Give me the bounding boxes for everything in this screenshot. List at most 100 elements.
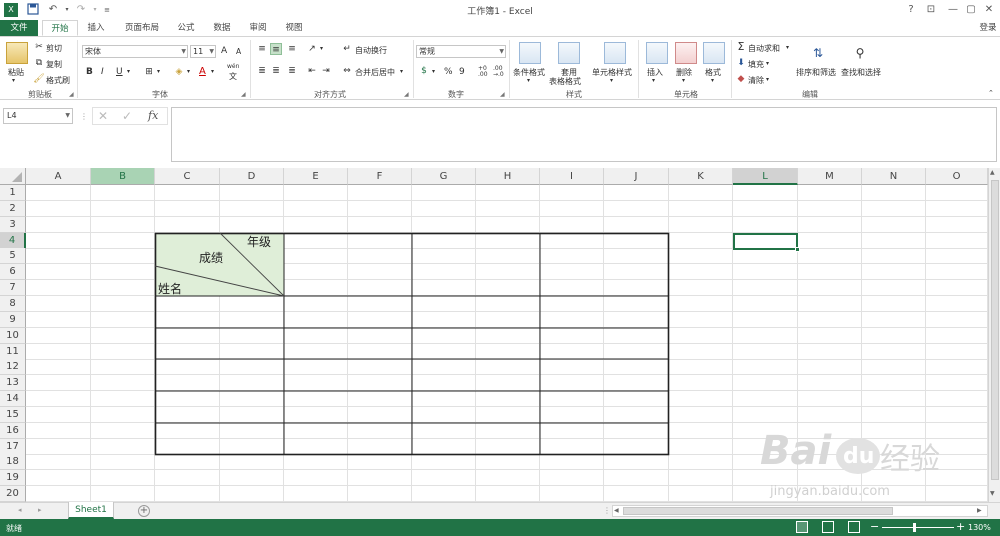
conditional-dropdown-icon[interactable]: ▾: [527, 77, 530, 84]
clipboard-launcher-icon[interactable]: ◢: [69, 91, 74, 98]
comma-button[interactable]: 9: [459, 67, 465, 77]
next-sheet-icon[interactable]: ▸: [38, 506, 42, 514]
clear-button[interactable]: 清除: [748, 75, 764, 86]
page-layout-view-icon[interactable]: [822, 521, 834, 533]
cut-button[interactable]: 剪切: [46, 43, 62, 54]
tab-review[interactable]: 审阅: [242, 20, 274, 36]
phonetic-button[interactable]: 文: [229, 71, 237, 82]
bold-button[interactable]: B: [86, 67, 93, 77]
tab-view[interactable]: 视图: [278, 20, 310, 36]
font-color-dropdown-icon[interactable]: ▾: [211, 68, 214, 75]
accounting-dropdown-icon[interactable]: ▾: [432, 68, 435, 75]
align-center-icon[interactable]: ≣: [270, 65, 282, 77]
increase-decimal-button[interactable]: +0.00: [478, 66, 488, 78]
scroll-down-icon[interactable]: ▼: [990, 490, 995, 497]
close-icon[interactable]: ✕: [980, 2, 998, 18]
help-button[interactable]: ?: [902, 2, 920, 18]
align-left-icon[interactable]: ≣: [256, 65, 268, 77]
paste-icon[interactable]: [6, 42, 28, 64]
fill-dropdown-icon[interactable]: ▾: [766, 60, 769, 67]
merge-dropdown-icon[interactable]: ▾: [400, 68, 403, 75]
number-format-select[interactable]: 常规 ▼: [416, 45, 506, 58]
active-cell[interactable]: [733, 233, 798, 250]
cell-styles-dropdown-icon[interactable]: ▾: [610, 77, 613, 84]
underline-dropdown-icon[interactable]: ▾: [127, 68, 130, 75]
borders-dropdown-icon[interactable]: ▾: [157, 68, 160, 75]
increase-indent-icon[interactable]: ⇥: [320, 65, 332, 77]
format-painter-button[interactable]: 格式刷: [46, 75, 70, 86]
align-bottom-icon[interactable]: ≡: [286, 43, 298, 55]
maximize-icon[interactable]: ▢: [962, 2, 980, 18]
clear-dropdown-icon[interactable]: ▾: [766, 76, 769, 83]
tab-page-layout[interactable]: 页面布局: [116, 20, 168, 36]
format-dropdown-icon[interactable]: ▾: [711, 77, 714, 84]
underline-button[interactable]: U: [116, 67, 123, 77]
wrap-text-button[interactable]: 自动换行: [355, 45, 387, 56]
align-middle-icon[interactable]: ≡: [270, 43, 282, 55]
scroll-left-icon[interactable]: ◀: [614, 507, 619, 514]
add-sheet-icon[interactable]: +: [138, 505, 150, 517]
sort-filter-button[interactable]: 排序和筛选: [796, 67, 836, 78]
scroll-thumb[interactable]: [991, 180, 999, 480]
horizontal-scrollbar[interactable]: ◀ ▶: [612, 505, 988, 517]
borders-icon[interactable]: ⊞: [143, 66, 155, 78]
percent-button[interactable]: %: [444, 67, 453, 77]
sheet-tab-sheet1[interactable]: Sheet1: [68, 502, 114, 519]
insert-dropdown-icon[interactable]: ▾: [652, 77, 655, 84]
align-right-icon[interactable]: ≣: [286, 65, 298, 77]
scroll-right-icon[interactable]: ▶: [977, 507, 982, 514]
zoom-out-button[interactable]: −: [870, 520, 879, 533]
paste-dropdown-icon[interactable]: ▾: [12, 77, 15, 84]
font-name-select[interactable]: 宋体 ▼: [82, 45, 188, 58]
enter-icon[interactable]: ✓: [122, 109, 132, 123]
zoom-level[interactable]: 130%: [968, 523, 991, 532]
grow-font-button[interactable]: A: [221, 46, 227, 56]
tab-home[interactable]: 开始: [42, 20, 78, 36]
fill-color-icon[interactable]: ◈: [173, 66, 185, 78]
insert-function-button[interactable]: fx: [148, 109, 158, 122]
tab-data[interactable]: 数据: [206, 20, 238, 36]
shrink-font-button[interactable]: A: [236, 47, 241, 56]
find-select-button[interactable]: 查找和选择: [841, 67, 881, 78]
normal-view-icon[interactable]: [796, 521, 808, 533]
decrease-indent-icon[interactable]: ⇤: [306, 65, 318, 77]
alignment-launcher-icon[interactable]: ◢: [404, 91, 409, 98]
phonetic-pinyin[interactable]: wén: [227, 63, 239, 70]
cancel-icon[interactable]: ✕: [98, 109, 108, 123]
number-launcher-icon[interactable]: ◢: [500, 91, 505, 98]
page-break-view-icon[interactable]: [848, 521, 860, 533]
decrease-decimal-button[interactable]: .00 →.0: [493, 66, 504, 78]
collapse-ribbon-icon[interactable]: ⌃: [988, 89, 994, 97]
hscroll-thumb[interactable]: [623, 507, 893, 515]
zoom-slider-thumb[interactable]: [913, 523, 916, 532]
font-size-select[interactable]: 11 ▼: [190, 45, 216, 58]
orientation-dropdown-icon[interactable]: ▾: [320, 45, 323, 52]
fill-handle[interactable]: [795, 247, 800, 252]
split-handle-icon[interactable]: ⋮: [603, 506, 611, 515]
tab-formulas[interactable]: 公式: [170, 20, 202, 36]
merge-center-button[interactable]: 合并后居中: [355, 67, 395, 78]
name-box[interactable]: L4 ▼: [3, 108, 73, 124]
scroll-up-icon[interactable]: ▲: [990, 169, 995, 176]
formula-input[interactable]: [171, 107, 997, 162]
vertical-scrollbar[interactable]: ▲ ▼: [988, 168, 1000, 502]
ribbon-display-options-icon[interactable]: ⊡: [922, 2, 940, 18]
zoom-in-button[interactable]: +: [956, 520, 965, 533]
format-as-table-button[interactable]: 表格格式: [549, 76, 581, 87]
autosum-dropdown-icon[interactable]: ▾: [786, 44, 789, 51]
paste-button[interactable]: 粘贴: [8, 67, 24, 78]
accounting-format-icon[interactable]: $: [418, 65, 430, 77]
tab-insert[interactable]: 插入: [80, 20, 112, 36]
tab-file[interactable]: 文件: [0, 20, 38, 36]
prev-sheet-icon[interactable]: ◂: [18, 506, 22, 514]
font-launcher-icon[interactable]: ◢: [241, 91, 246, 98]
autosum-button[interactable]: 自动求和: [748, 43, 780, 54]
minimize-icon[interactable]: —: [944, 2, 962, 18]
copy-button[interactable]: 复制: [46, 59, 62, 70]
align-top-icon[interactable]: ≡: [256, 43, 268, 55]
delete-dropdown-icon[interactable]: ▾: [682, 77, 685, 84]
fill-color-dropdown-icon[interactable]: ▾: [187, 68, 190, 75]
zoom-slider-track[interactable]: [882, 527, 954, 528]
sign-in-link[interactable]: 登录: [976, 20, 1000, 36]
italic-button[interactable]: I: [101, 67, 104, 77]
